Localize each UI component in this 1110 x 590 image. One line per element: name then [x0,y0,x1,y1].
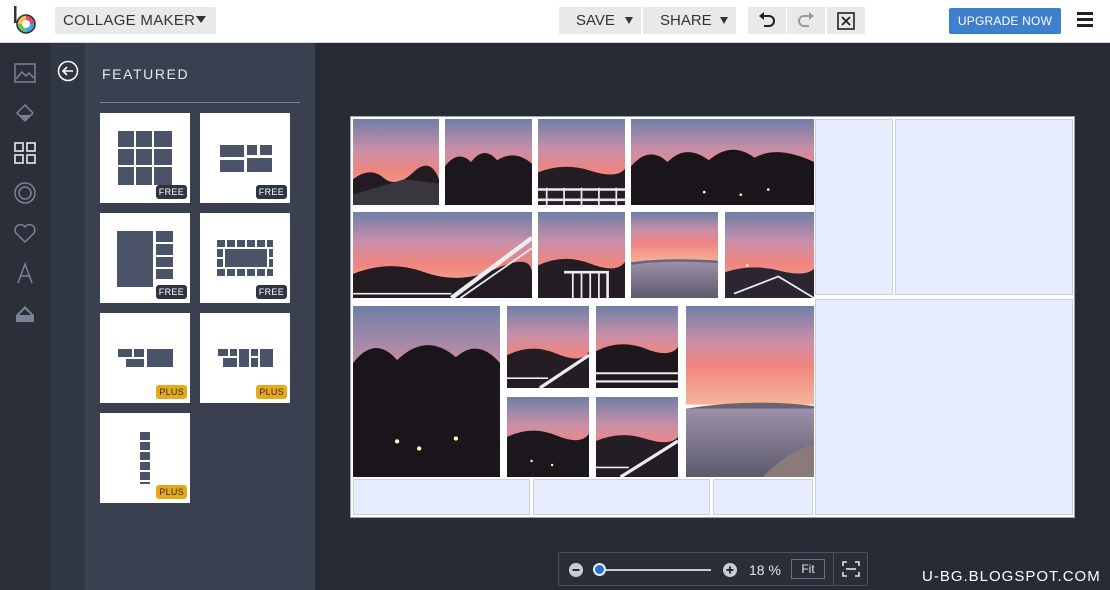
hamburger-menu-icon[interactable] [1077,12,1093,28]
zoom-out-icon[interactable] [569,563,583,577]
template-tile[interactable]: PLUS [100,413,190,503]
zoom-in-icon[interactable] [723,563,737,577]
collage-photo[interactable] [538,212,625,298]
chevron-down-icon [196,16,206,23]
collage-photo[interactable] [507,397,589,477]
free-badge: FREE [155,285,187,299]
share-button[interactable]: SHARE [643,7,736,34]
collage-photo[interactable] [353,212,532,298]
collage-photo[interactable] [538,119,625,205]
free-badge: FREE [255,285,287,299]
plus-badge: PLUS [256,385,287,399]
top-toolbar: COLLAGE MAKER SAVE SHARE UPGRADE NOW [0,0,1110,43]
paint-bucket-icon[interactable] [13,101,37,125]
logo-icon [14,6,36,34]
close-collage-button[interactable] [827,7,865,34]
empty-photo-slot[interactable] [815,119,893,295]
empty-photo-slot[interactable] [713,479,813,515]
template-tile[interactable]: PLUS [200,313,290,403]
collage-photo[interactable] [507,306,589,388]
empty-photo-slot[interactable] [533,479,710,515]
undo-button[interactable] [748,7,786,34]
redo-icon [798,11,814,27]
empty-photo-slot[interactable] [353,479,530,515]
share-label: SHARE [660,12,712,29]
collage-grid-icon[interactable] [13,141,37,165]
close-icon [837,11,855,30]
undo-icon [759,11,775,27]
free-badge: FREE [255,185,287,199]
plus-badge: PLUS [156,485,187,499]
tool-rail [0,43,50,590]
template-tile[interactable]: FREE [200,213,290,303]
app-menu-dropdown[interactable]: COLLAGE MAKER [55,7,216,34]
empty-photo-slot[interactable] [815,299,1073,515]
redo-button[interactable] [787,7,825,34]
collage-canvas[interactable] [350,116,1075,518]
collage-photo[interactable] [353,119,439,205]
save-button[interactable]: SAVE [559,7,641,34]
zoom-slider-handle[interactable] [593,563,606,576]
template-tile[interactable]: FREE [100,213,190,303]
app-menu-label: COLLAGE MAKER [63,12,196,29]
collage-photo[interactable] [596,397,678,477]
collage-photo[interactable] [725,212,814,298]
back-arrow-icon[interactable] [57,60,79,82]
collage-photo[interactable] [631,119,814,205]
chevron-down-icon [625,17,633,24]
panel-gutter [50,43,85,590]
template-tile[interactable]: PLUS [100,313,190,403]
fullscreen-button[interactable] [833,553,868,585]
image-icon[interactable] [13,61,37,85]
collage-photo[interactable] [445,119,532,205]
watermark: U-BG.BLOGSPOT.COM [922,568,1101,585]
sticker-icon[interactable] [13,181,37,205]
eraser-icon[interactable] [13,301,37,325]
save-label: SAVE [576,12,615,29]
divider [100,102,300,103]
upgrade-button[interactable]: UPGRADE NOW [949,8,1061,34]
collage-photo[interactable] [596,306,678,388]
heart-icon[interactable] [13,221,37,245]
panel-title: FEATURED [102,66,190,82]
collage-photo[interactable] [353,306,500,477]
zoom-control: 18 % Fit [558,552,868,586]
zoom-value: 18 % [749,562,781,578]
text-icon[interactable] [13,261,37,285]
zoom-slider[interactable] [599,569,711,571]
collage-photo[interactable] [631,212,718,298]
fit-button[interactable]: Fit [791,559,825,579]
free-badge: FREE [155,185,187,199]
empty-photo-slot[interactable] [895,119,1073,295]
collage-photo[interactable] [686,306,814,477]
template-tile[interactable]: FREE [200,113,290,203]
chevron-down-icon [720,17,728,24]
template-tile[interactable]: FREE [100,113,190,203]
fullscreen-icon [842,561,860,577]
plus-badge: PLUS [156,385,187,399]
